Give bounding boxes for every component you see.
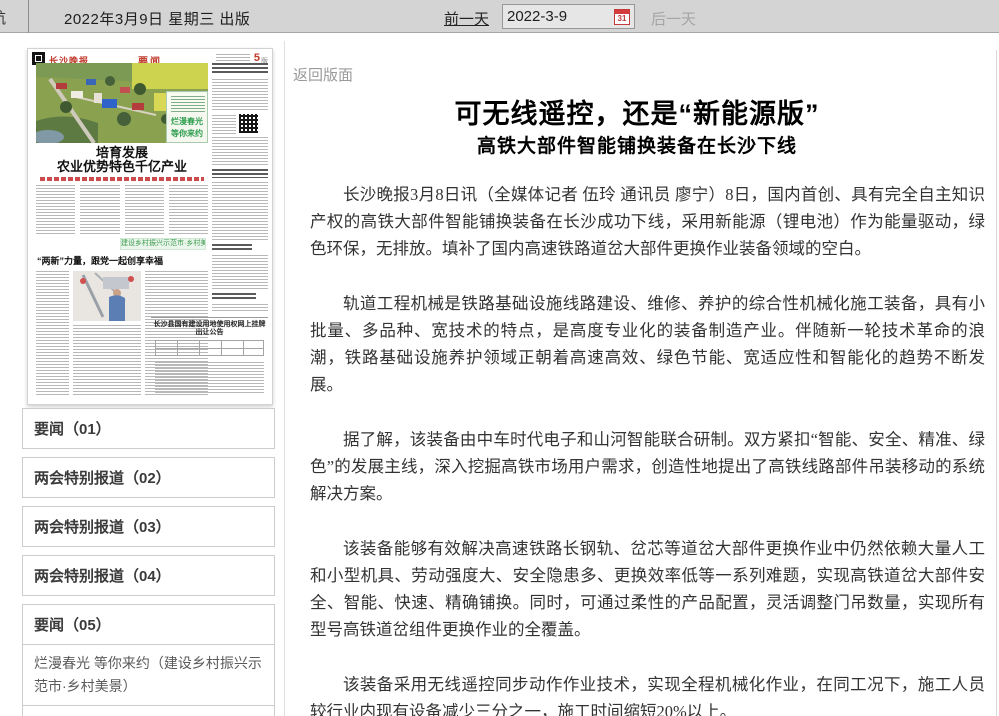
article-paragraph: 据了解，该装备由中车时代电子和山河智能联合研制。双方紧扣“智能、安全、精准、绿色…: [310, 426, 985, 507]
text-column: [36, 185, 75, 235]
worker-photo-illustration: [73, 271, 141, 321]
thumb-text-block: [212, 255, 268, 289]
thumb-secondary-headline: “两新”力量，跟党一起创享幸福: [37, 254, 209, 267]
headline-line1: 培育发展: [96, 145, 148, 160]
note-title-line1: 烂漫春光: [167, 116, 207, 127]
date-picker-field[interactable]: 31: [502, 4, 635, 29]
article-title: 可无线遥控，还是“新能源版”: [290, 92, 984, 131]
article-link-peiyu-fazhan[interactable]: 培育发展农业优势特色千亿产业: [22, 706, 275, 716]
previous-day-link[interactable]: 前一天: [444, 8, 489, 29]
note-title-line2: 等你来约: [167, 128, 207, 139]
publication-date-label: 2022年3月9日 星期三 出版: [64, 8, 250, 29]
thumb-text-block: [212, 115, 236, 134]
thumb-text-block: [155, 362, 264, 394]
sidebar-main-divider: [284, 41, 285, 716]
article-body: 长沙晚报3月8日讯（全媒体记者 伍玲 通讯员 廖宁）8日，国内首创、具有完全自主…: [310, 181, 985, 716]
thumb-photo-inset-note: 烂漫春光 等你来约: [166, 91, 208, 143]
article-paragraph: 长沙晚报3月8日讯（全媒体记者 伍玲 通讯员 廖宁）8日，国内首创、具有完全自主…: [310, 181, 985, 262]
headline-line2: 农业优势特色千亿产业: [57, 159, 187, 174]
newspaper-page-thumbnail[interactable]: 长沙晚报 要闻 5 版: [27, 48, 273, 405]
article-paragraph: 该装备采用无线遥控同步动作作业技术，实现全程机械化作业，在同工况下，施工人员较行…: [310, 671, 985, 716]
sidebar-item-lianghui-04[interactable]: 两会特别报道（04）: [22, 555, 275, 596]
sidebar-item-lianghui-02[interactable]: 两会特别报道（02）: [22, 457, 275, 498]
thumb-right-headline: [212, 63, 268, 73]
thumb-text-columns: [36, 185, 208, 235]
thumb-right-headline: [212, 169, 268, 178]
sidebar-item-yaowen-05[interactable]: 要闻（05）: [22, 604, 275, 645]
thumb-text-block: [212, 304, 268, 313]
next-day-link-disabled[interactable]: 后一天: [651, 8, 696, 29]
article-link-lanman-chunguang[interactable]: 烂漫春光 等你来约（建设乡村振兴示范市·乡村美景）: [22, 645, 275, 706]
thumb-right-headline: [212, 293, 256, 300]
section-nav-list: 要闻（01） 两会特别报道（02） 两会特别报道（03） 两会特别报道（04） …: [22, 408, 275, 716]
thumb-text-block: [212, 182, 268, 240]
thumb-village-aerial-photo: 烂漫春光 等你来约: [36, 63, 208, 143]
text-column: [80, 185, 119, 235]
thumb-land-notice-block: 长沙县国有建设用地使用权网上挂牌出让公告: [151, 317, 268, 397]
date-input[interactable]: [507, 8, 614, 25]
thumb-text-block: [36, 271, 69, 397]
thumb-notice-title: 长沙县国有建设用地使用权网上挂牌出让公告: [153, 321, 266, 337]
sidebar-item-yaowen-01[interactable]: 要闻（01）: [22, 408, 275, 449]
article-paragraph: 轨道工程机械是铁路基础设施线路建设、维修、养护的综合性机械化施工装备，具有小批量…: [310, 290, 985, 398]
text-column: [169, 185, 208, 235]
content-right-border: [996, 50, 997, 716]
sidebar-item-lianghui-03[interactable]: 两会特别报道（03）: [22, 506, 275, 547]
toolbar-divider: [28, 0, 29, 33]
article-paragraph: 该装备能够有效解决高速铁路长钢轨、岔芯等道岔大部件更换作业中仍然依赖大量人工和小…: [310, 535, 985, 643]
thumb-text-block: [212, 137, 268, 165]
calendar-icon[interactable]: 31: [614, 9, 630, 25]
qr-code-icon: [239, 114, 258, 133]
article-subtitle: 高铁大部件智能铺换装备在长沙下线: [290, 131, 984, 158]
thumb-page-meta-lines: [216, 54, 250, 62]
thumb-main-headline: 培育发展 农业优势特色千亿产业: [36, 146, 208, 174]
thumb-red-subhead: [40, 177, 204, 181]
back-to-page-link[interactable]: 返回版面: [293, 64, 353, 85]
thumb-green-banner: 建设乡村振兴示范市·乡村美景: [120, 238, 206, 250]
thumb-text-block: [73, 325, 141, 397]
thumb-notice-table: [155, 340, 264, 356]
thumb-right-headline: [212, 244, 252, 251]
article-link-list: 烂漫春光 等你来约（建设乡村振兴示范市·乡村美景） 培育发展农业优势特色千亿产业: [22, 645, 275, 716]
thumb-text-block: [212, 79, 268, 112]
note-text-lines: [171, 96, 205, 114]
nav-item-partial: 航: [0, 7, 6, 28]
text-column: [125, 185, 164, 235]
thumb-worker-photo: [73, 271, 141, 321]
top-toolbar: 航 2022年3月9日 星期三 出版 前一天 31 后一天: [0, 0, 999, 33]
calendar-icon-day: 31: [615, 14, 629, 24]
